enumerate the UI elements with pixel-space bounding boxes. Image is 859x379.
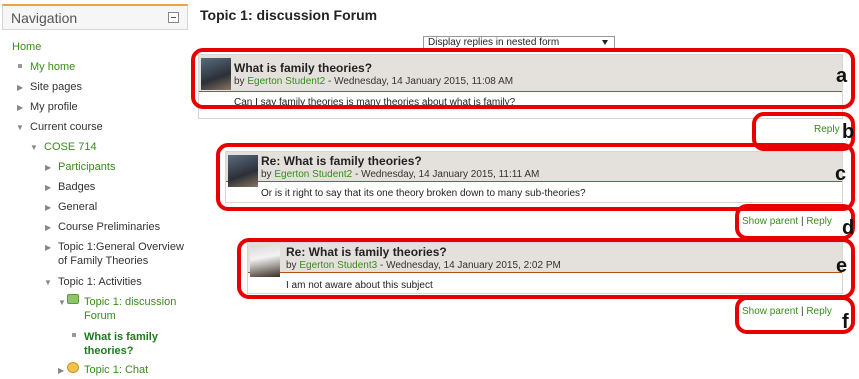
nav-general[interactable]: General [58, 201, 97, 214]
nav-discussion-forum[interactable]: Topic 1: discussion [84, 296, 176, 309]
post-body: Or is it right to say that its one theor… [261, 188, 586, 199]
nav-my-home[interactable]: My home [30, 61, 75, 74]
link-separator: | [800, 216, 804, 227]
avatar[interactable] [250, 245, 280, 277]
show-parent-link[interactable]: Show parent [742, 216, 798, 227]
navigation-title: Navigation [11, 10, 78, 26]
author-link[interactable]: Egerton Student3 [299, 260, 377, 271]
post-meta: by Egerton Student2 - Wednesday, 14 Janu… [234, 76, 513, 87]
expand-arrow-icon[interactable]: ▶ [45, 163, 51, 172]
collapse-arrow-icon[interactable]: ▼ [30, 143, 38, 152]
post-commands: Reply [814, 124, 840, 135]
nav-course-code[interactable]: COSE 714 [44, 141, 97, 154]
post-meta: by Egerton Student3 - Wednesday, 14 Janu… [286, 260, 561, 271]
bullet-icon [72, 333, 76, 337]
expand-arrow-icon[interactable]: ▶ [17, 83, 23, 92]
collapse-arrow-icon[interactable]: ▼ [58, 298, 66, 307]
collapse-arrow-icon[interactable]: ▼ [16, 123, 24, 132]
nav-topic1-overview-line2[interactable]: of Family Theories [58, 255, 148, 268]
annotation-label-c: c [835, 163, 847, 185]
display-mode-select[interactable]: Display replies in nested form [423, 36, 615, 50]
reply-link[interactable]: Reply [806, 306, 832, 317]
nav-badges[interactable]: Badges [58, 181, 95, 194]
annotation-label-e: e [836, 255, 848, 277]
avatar[interactable] [228, 155, 258, 187]
nav-site-pages[interactable]: Site pages [30, 81, 82, 94]
forum-post: What is family theories? by Egerton Stud… [198, 54, 843, 119]
nav-my-profile[interactable]: My profile [30, 101, 78, 114]
forum-icon [67, 294, 79, 304]
author-link[interactable]: Egerton Student2 [274, 169, 352, 180]
nav-home[interactable]: Home [12, 41, 41, 54]
collapse-arrow-icon[interactable]: ▼ [44, 278, 52, 287]
post-subject: Re: What is family theories? [286, 245, 447, 259]
reply-link[interactable]: Reply [814, 124, 840, 135]
collapse-icon[interactable] [168, 12, 179, 23]
expand-arrow-icon[interactable]: ▶ [58, 366, 64, 375]
nav-chat[interactable]: Topic 1: Chat [84, 364, 148, 377]
link-separator: | [800, 306, 804, 317]
expand-arrow-icon[interactable]: ▶ [45, 243, 51, 252]
post-meta: by Egerton Student2 - Wednesday, 14 Janu… [261, 169, 539, 180]
nav-current-post-line2[interactable]: theories? [84, 345, 134, 358]
bullet-icon [18, 64, 22, 68]
navigation-block: Navigation Home My home ▶ Site pages ▶ M… [0, 0, 190, 379]
nav-participants[interactable]: Participants [58, 161, 115, 174]
post-commands: Show parent | Reply [742, 306, 832, 317]
post-body: Can I say family theories is many theori… [234, 97, 516, 108]
display-mode-value: Display replies in nested form [428, 37, 560, 48]
nav-current-post[interactable]: What is family [84, 331, 158, 344]
avatar[interactable] [201, 58, 231, 90]
expand-arrow-icon[interactable]: ▶ [45, 203, 51, 212]
show-parent-link[interactable]: Show parent [742, 306, 798, 317]
post-subject: Re: What is family theories? [261, 154, 422, 168]
annotation-label-b: b [842, 121, 855, 143]
author-link[interactable]: Egerton Student2 [247, 76, 325, 87]
nav-current-course[interactable]: Current course [30, 121, 103, 134]
forum-post: Re: What is family theories? by Egerton … [247, 242, 843, 294]
post-date: - Wednesday, 14 January 2015, 11:11 AM [352, 169, 540, 180]
chat-icon [67, 362, 79, 373]
post-body: I am not aware about this subject [286, 280, 433, 291]
nav-topic1-overview[interactable]: Topic 1:General Overview [58, 241, 184, 254]
by-label: by [234, 76, 245, 87]
nav-course-preliminaries[interactable]: Course Preliminaries [58, 221, 160, 234]
forum-post: Re: What is family theories? by Egerton … [225, 151, 843, 203]
expand-arrow-icon[interactable]: ▶ [45, 183, 51, 192]
nav-discussion-forum-line2[interactable]: Forum [84, 310, 116, 323]
post-commands: Show parent | Reply [742, 216, 832, 227]
annotation-label-a: a [836, 65, 848, 87]
post-subject: What is family theories? [234, 61, 373, 75]
navigation-header: Navigation [2, 4, 188, 30]
expand-arrow-icon[interactable]: ▶ [17, 103, 23, 112]
expand-arrow-icon[interactable]: ▶ [45, 223, 51, 232]
nav-topic1-activities[interactable]: Topic 1: Activities [58, 276, 142, 289]
post-date: - Wednesday, 14 January 2015, 2:02 PM [377, 260, 561, 271]
post-date: - Wednesday, 14 January 2015, 11:08 AM [325, 76, 514, 87]
page-title: Topic 1: discussion Forum [200, 7, 378, 23]
annotation-label-f: f [842, 311, 849, 333]
by-label: by [286, 260, 297, 271]
annotation-label-d: d [842, 217, 855, 239]
by-label: by [261, 169, 272, 180]
dropdown-caret-icon [602, 40, 608, 45]
reply-link[interactable]: Reply [806, 216, 832, 227]
